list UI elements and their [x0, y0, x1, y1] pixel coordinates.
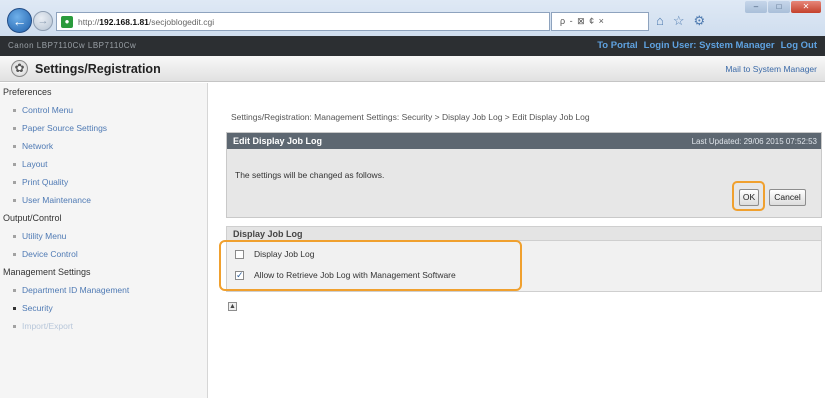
arrow-left-icon: ← [12, 12, 27, 29]
bullet-icon [13, 289, 16, 293]
options-highlight-frame [219, 240, 522, 291]
bullet-icon [13, 307, 16, 311]
forward-button[interactable]: → [33, 11, 53, 31]
bullet-icon [13, 325, 16, 329]
star-icon[interactable]: ☆ [673, 13, 685, 29]
sidebar-item-paper-source-settings[interactable]: Paper Source Settings [0, 119, 207, 137]
sidebar-item-control-menu[interactable]: Control Menu [0, 101, 207, 119]
section-header: Display Job Log [227, 227, 821, 241]
bullet-icon [13, 199, 16, 203]
sidebar-group-management-settings: Management Settings [3, 267, 91, 277]
url-text: http://192.168.1.81/secjoblogedit.cgi [78, 17, 214, 27]
sidebar-item-label: Utility Menu [22, 231, 67, 241]
breadcrumb: Settings/Registration: Management Settin… [231, 112, 590, 122]
sidebar-item-label: Network [22, 141, 54, 151]
sidebar-item-device-control[interactable]: Device Control [0, 245, 207, 263]
last-updated-text: Last Updated: 29/06 2015 07:52:53 [691, 137, 817, 146]
cancel-button[interactable]: Cancel [769, 189, 806, 206]
top-links: To Portal Login User: System Manager Log… [597, 40, 817, 51]
confirmation-message: The settings will be changed as follows. [235, 170, 385, 180]
url-prefix: http:// [78, 16, 100, 27]
sidebar-item-label: Import/Export [22, 321, 74, 331]
to-portal-link[interactable]: To Portal [597, 40, 637, 51]
sidebar-item-label: Layout [22, 159, 48, 169]
page-title: Settings/Registration [35, 62, 161, 76]
back-button[interactable]: ← [7, 8, 32, 33]
sidebar-item-department-id-management[interactable]: Department ID Management [0, 281, 207, 299]
sidebar-item-label: Control Menu [22, 105, 74, 115]
sidebar-group-output-control: Output/Control [3, 213, 62, 223]
toolbar-icons: ⌂ ☆ ⚙ [656, 13, 705, 29]
bullet-icon [13, 127, 16, 131]
log-out-link[interactable]: Log Out [781, 40, 817, 51]
close-button[interactable]: ✕ [791, 1, 821, 13]
sidebar-item-network[interactable]: Network [0, 137, 207, 155]
address-tools[interactable]: ρ - ⊠ ¢ × [551, 12, 649, 31]
sidebar: Preferences Control Menu Paper Source Se… [0, 83, 208, 398]
sidebar-group-preferences: Preferences [3, 87, 52, 97]
address-bar[interactable]: ● http://192.168.1.81/secjoblogedit.cgi [56, 12, 550, 31]
url-path: /secjoblogedit.cgi [148, 16, 215, 27]
sidebar-item-security[interactable]: Security [0, 299, 207, 317]
ok-button[interactable]: OK [739, 189, 759, 206]
bullet-icon [13, 181, 16, 185]
window-controls: – □ ✕ [745, 1, 821, 13]
bullet-icon [13, 109, 16, 113]
panel-title: Edit Display Job Log [233, 136, 323, 146]
title-bar: ✿ Settings/Registration Mail to System M… [0, 56, 825, 82]
sidebar-item-label: User Maintenance [22, 195, 91, 205]
sidebar-item-label: Department ID Management [22, 285, 130, 295]
sidebar-item-utility-menu[interactable]: Utility Menu [0, 227, 207, 245]
sidebar-item-label: Paper Source Settings [22, 123, 108, 133]
device-name: Canon LBP7110Cw LBP7110Cw [8, 41, 137, 50]
sidebar-item-label: Print Quality [22, 177, 69, 187]
mail-to-system-manager-link[interactable]: Mail to System Manager [725, 64, 817, 74]
bullet-icon [13, 163, 16, 167]
panel-header: Edit Display Job Log Last Updated: 29/06… [227, 133, 821, 149]
site-icon: ● [61, 15, 73, 28]
bullet-icon [13, 145, 16, 149]
sidebar-item-import-export[interactable]: Import/Export [0, 317, 207, 335]
sidebar-item-layout[interactable]: Layout [0, 155, 207, 173]
home-icon[interactable]: ⌂ [656, 13, 664, 29]
sidebar-item-label: Security [22, 303, 53, 313]
maximize-button[interactable]: □ [768, 1, 790, 13]
edit-display-job-log-panel: Edit Display Job Log Last Updated: 29/06… [226, 132, 822, 218]
arrow-right-icon: → [37, 15, 49, 27]
url-host: 192.168.1.81 [99, 16, 149, 27]
bullet-icon [13, 253, 16, 257]
back-to-top-icon[interactable]: ▲ [228, 302, 237, 311]
minimize-button[interactable]: – [745, 1, 767, 13]
gear-icon[interactable]: ⚙ [694, 13, 706, 29]
sidebar-item-label: Device Control [22, 249, 78, 259]
device-bar: Canon LBP7110Cw LBP7110Cw To Portal Logi… [0, 36, 825, 56]
settings-icon: ✿ [11, 60, 28, 77]
bullet-icon [13, 235, 16, 239]
sidebar-item-print-quality[interactable]: Print Quality [0, 173, 207, 191]
sidebar-item-user-maintenance[interactable]: User Maintenance [0, 191, 207, 209]
login-user-text: Login User: System Manager [643, 40, 775, 51]
